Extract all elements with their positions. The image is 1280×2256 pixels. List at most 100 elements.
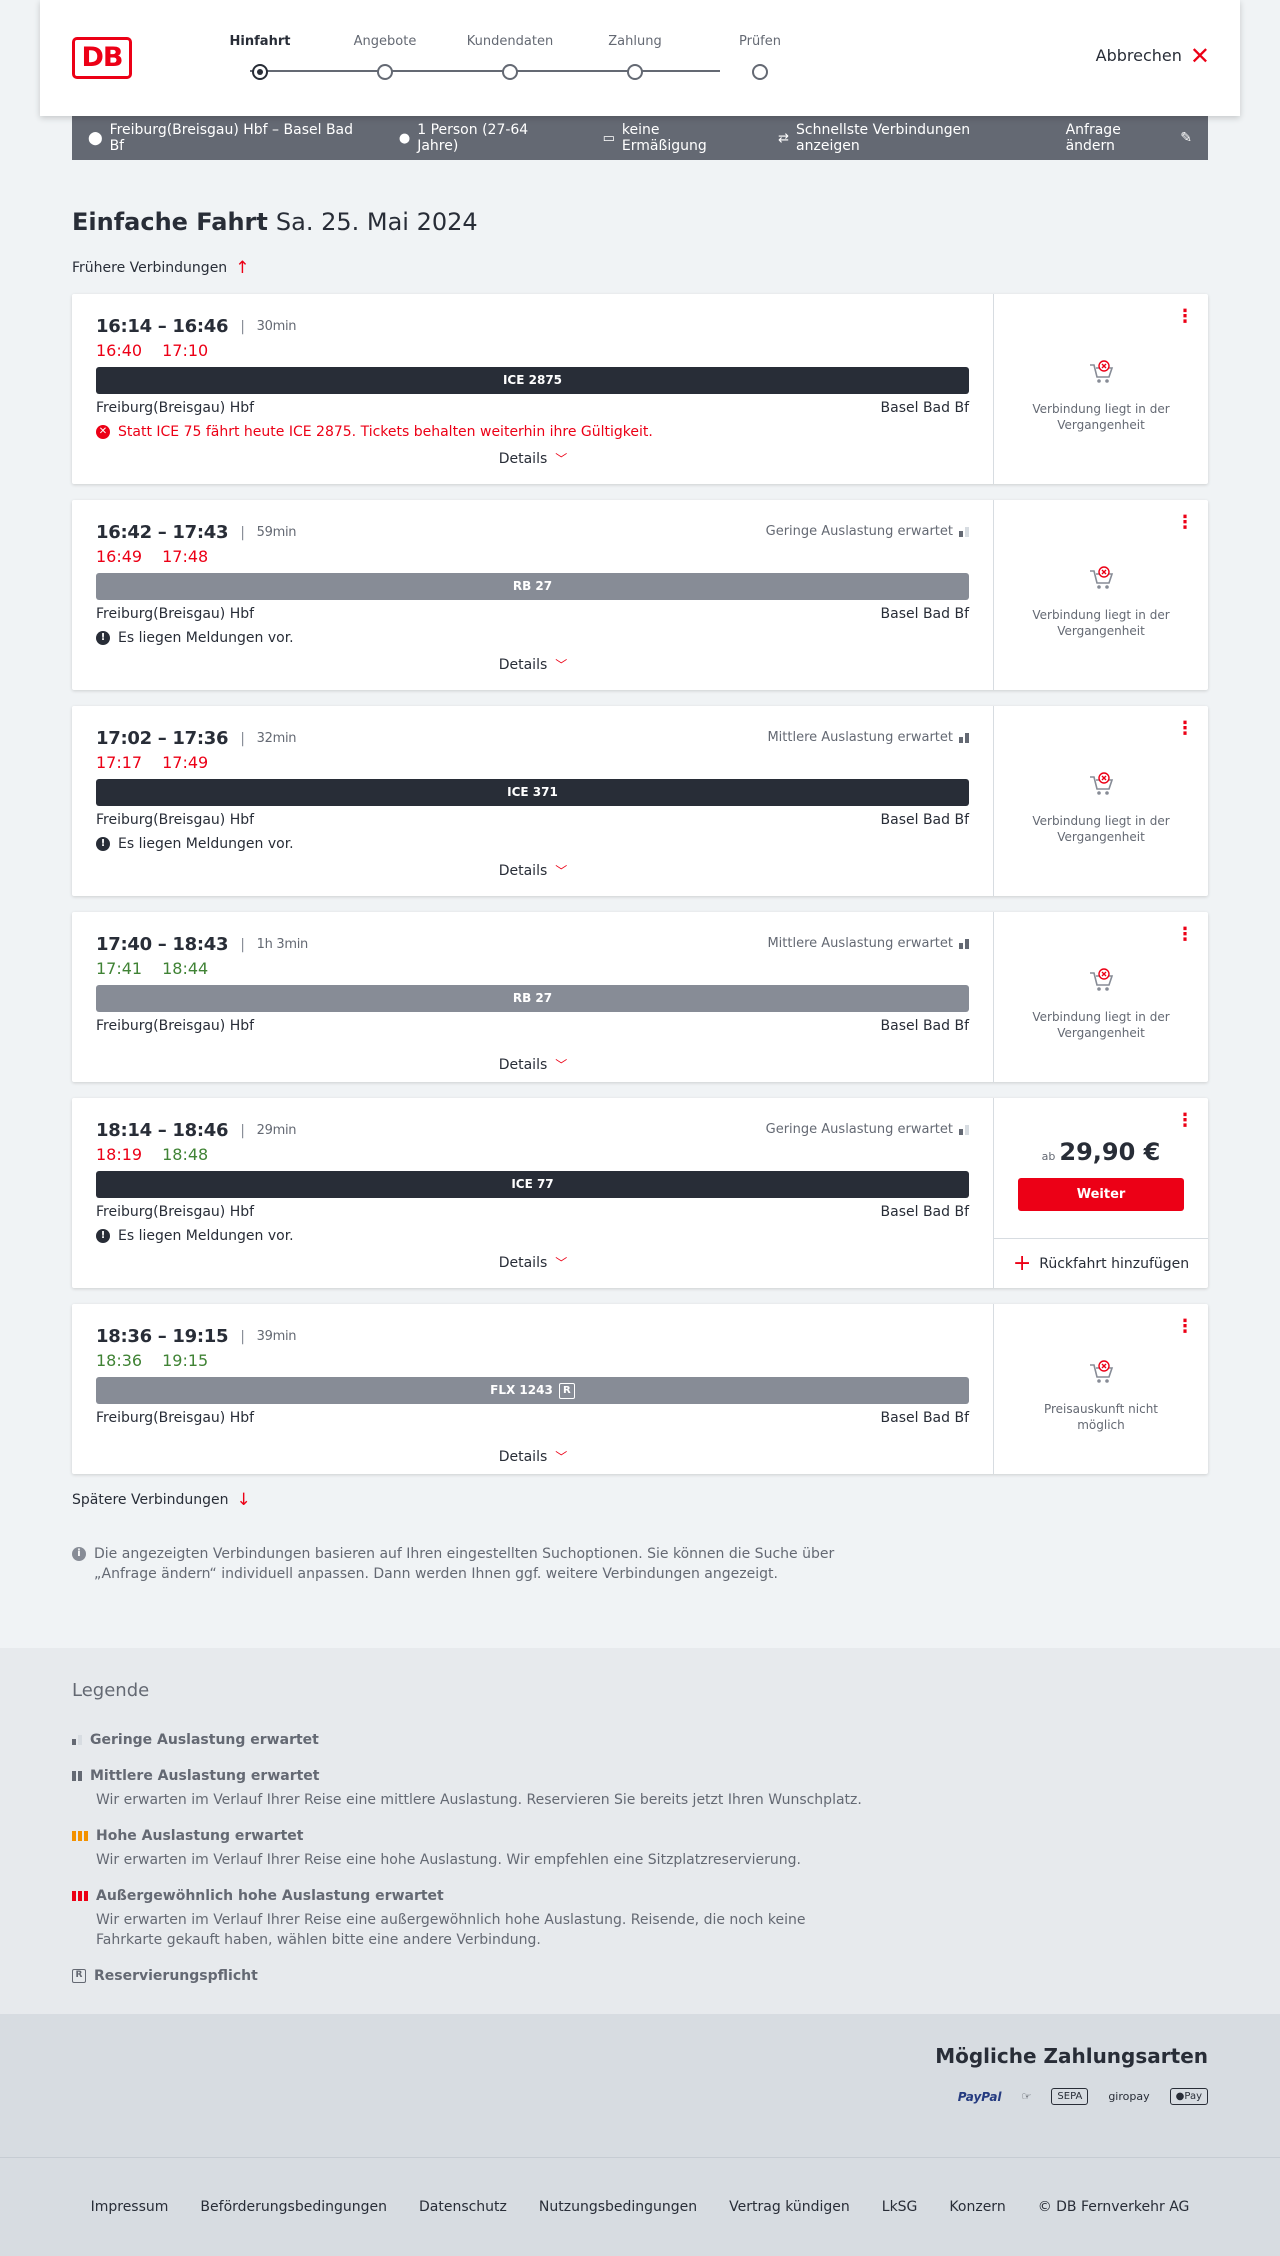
- legend-item-title: Geringe Auslastung erwartet: [90, 1732, 319, 1748]
- status-text: Preisauskunft nicht möglich: [1043, 1402, 1159, 1432]
- legend-item-high: Hohe Auslastung erwartet Wir erwarten im…: [72, 1828, 801, 1870]
- realtime-departure: 17:17: [96, 753, 143, 772]
- close-icon: ✕: [1189, 41, 1210, 70]
- step-label: Kundendaten: [466, 34, 554, 49]
- legend-item-low: Geringe Auslastung erwartet: [72, 1732, 319, 1748]
- fastest-text: Schnellste Verbindungen anzeigen: [796, 122, 971, 154]
- scheduled-times: 18:36 – 19:15 | 39min: [96, 1326, 297, 1347]
- departure-station: Freiburg(Breisgau) Hbf: [96, 400, 255, 416]
- train-bar[interactable]: RB 27: [96, 985, 969, 1012]
- realtime-arrival: 17:49: [162, 753, 209, 772]
- header: DB Hinfahrt Angebote Kundendaten Zahlung…: [40, 0, 1240, 116]
- separator: |: [240, 936, 245, 953]
- details-toggle[interactable]: Details ﹀: [72, 1056, 994, 1073]
- apple-pay-icon: ●Pay: [1169, 2088, 1208, 2105]
- step-pruefen[interactable]: Prüfen: [710, 34, 810, 80]
- occupancy-icon: [959, 1124, 969, 1135]
- chevron-down-icon: ﹀: [555, 658, 568, 672]
- cancel-label: Abbrechen: [1095, 46, 1182, 65]
- train-bar[interactable]: RB 27: [96, 573, 969, 600]
- info-text: Die angezeigten Verbindungen basieren au…: [94, 1546, 835, 1582]
- details-label: Details: [498, 1449, 548, 1465]
- time-range: 17:02 – 17:36: [96, 728, 229, 749]
- separator: |: [240, 1328, 245, 1345]
- step-dot: [627, 64, 643, 80]
- change-request-button[interactable]: Anfrage ändern ✎: [1066, 122, 1192, 154]
- scheduled-times: 17:02 – 17:36 | 32min: [96, 728, 297, 749]
- departure-station: Freiburg(Breisgau) Hbf: [96, 812, 255, 828]
- more-options-icon[interactable]: ⋮: [1176, 308, 1194, 326]
- availability-status: Preisauskunft nicht möglich: [994, 1359, 1208, 1433]
- departure-station: Freiburg(Breisgau) Hbf: [96, 1410, 255, 1426]
- connection-card[interactable]: 17:02 – 17:36 | 32min Mittlere Auslastung e…: [72, 706, 1208, 896]
- reservation-required-icon: R: [558, 1382, 575, 1399]
- sepa-icon: SEPA: [1051, 2088, 1089, 2105]
- availability-status: Verbindung liegt in der Vergangenheit: [994, 359, 1208, 433]
- connection-card[interactable]: 16:42 – 17:43 | 59min Geringe Auslastung er…: [72, 500, 1208, 690]
- footer-link-befoerderungsbedingungen[interactable]: Beförderungsbedingungen: [200, 2199, 387, 2215]
- legend-item-title: Außergewöhnlich hohe Auslastung erwartet: [96, 1888, 444, 1904]
- step-zahlung[interactable]: Zahlung: [585, 34, 685, 80]
- legend-item-desc: Wir erwarten im Verlauf Ihrer Reise eine…: [96, 1792, 862, 1808]
- legend-item-reservation: R Reservierungspflicht: [72, 1968, 258, 1984]
- connection-card[interactable]: 18:36 – 19:15 | 39min 18:36 19:15 FLX 1243 R Fr…: [72, 1304, 1208, 1474]
- duration: 29min: [256, 1123, 297, 1138]
- alert-icon: !: [96, 1229, 110, 1243]
- footer-link-nutzungsbedingungen[interactable]: Nutzungsbedingungen: [539, 2199, 697, 2215]
- later-connections-link[interactable]: Spätere Verbindungen ↓: [72, 1490, 251, 1510]
- earlier-connections-link[interactable]: Frühere Verbindungen ↑: [72, 258, 249, 278]
- continue-button[interactable]: Weiter: [1018, 1178, 1184, 1211]
- connection-card[interactable]: 17:40 – 18:43 | 1h 3min Mittlere Auslastung…: [72, 912, 1208, 1082]
- connection-card[interactable]: 18:14 – 18:46 | 29min Geringe Auslastung er…: [72, 1098, 1208, 1288]
- person-icon: ●: [398, 130, 411, 146]
- realtime-departure: 16:40: [96, 341, 143, 360]
- details-toggle[interactable]: Details ﹀: [72, 862, 994, 879]
- train-bar[interactable]: ICE 2875: [96, 367, 969, 394]
- passenger-text: 1 Person (27-64 Jahre): [417, 122, 529, 154]
- time-range: 17:40 – 18:43: [96, 934, 229, 955]
- more-options-icon[interactable]: ⋮: [1176, 720, 1194, 738]
- train-bar[interactable]: FLX 1243 R: [96, 1377, 969, 1404]
- occupancy-icon: [959, 732, 969, 743]
- stations: Freiburg(Breisgau) Hbf Basel Bad Bf: [96, 606, 969, 622]
- db-logo[interactable]: DB: [72, 37, 132, 79]
- more-options-icon[interactable]: ⋮: [1176, 926, 1194, 944]
- details-toggle[interactable]: Details ﹀: [72, 656, 994, 673]
- details-toggle[interactable]: Details ﹀: [72, 1448, 994, 1465]
- step-kundendaten[interactable]: Kundendaten: [460, 34, 560, 80]
- connection-card[interactable]: 16:14 – 16:46 | 30min 16:40 17:10 ICE 2875 Fre…: [72, 294, 1208, 484]
- duration: 59min: [256, 525, 297, 540]
- train-name: RB 27: [512, 579, 553, 593]
- footer-link-lksg[interactable]: LkSG: [882, 2199, 918, 2215]
- swap-arrows-icon: ⇄: [778, 130, 790, 146]
- cancel-button[interactable]: Abbrechen ✕: [1095, 41, 1210, 70]
- add-return-trip-button[interactable]: + Rückfahrt hinzufügen: [994, 1238, 1208, 1288]
- time-range: 18:14 – 18:46: [96, 1120, 229, 1141]
- footer-link-datenschutz[interactable]: Datenschutz: [419, 2199, 507, 2215]
- footer-link-konzern[interactable]: Konzern: [949, 2199, 1005, 2215]
- more-options-icon[interactable]: ⋮: [1176, 1318, 1194, 1336]
- more-options-icon[interactable]: ⋮: [1176, 514, 1194, 532]
- footer-link-vertrag-kuendigen[interactable]: Vertrag kündigen: [729, 2199, 850, 2215]
- scheduled-times: 16:42 – 17:43 | 59min: [96, 522, 297, 543]
- arrow-down-icon: ↓: [236, 1490, 251, 1510]
- train-bar[interactable]: ICE 371: [96, 779, 969, 806]
- status-text: Verbindung liegt in der Vergangenheit: [1032, 1010, 1170, 1040]
- footer-link-impressum[interactable]: Impressum: [91, 2199, 169, 2215]
- more-options-icon[interactable]: ⋮: [1176, 1112, 1194, 1130]
- train-bar[interactable]: ICE 77: [96, 1171, 969, 1198]
- occupancy-indicator: Mittlere Auslastung erwartet: [767, 936, 969, 951]
- legend-title: Legende: [72, 1680, 150, 1701]
- step-dot: [502, 64, 518, 80]
- step-hinfahrt[interactable]: Hinfahrt: [210, 34, 310, 80]
- details-toggle[interactable]: Details ﹀: [72, 1254, 994, 1271]
- connection-info: 18:36 – 19:15 | 39min 18:36 19:15 FLX 1243 R Fr…: [72, 1304, 994, 1474]
- step-angebote[interactable]: Angebote: [335, 34, 435, 80]
- message-text: Statt ICE 75 fährt heute ICE 2875. Ticke…: [118, 424, 653, 440]
- details-toggle[interactable]: Details ﹀: [72, 450, 994, 467]
- plus-icon: +: [1012, 1250, 1032, 1276]
- occupancy-indicator: Geringe Auslastung erwartet: [766, 524, 969, 539]
- credit-card-icon: ☞: [1021, 2090, 1032, 2103]
- cart-unavailable-icon: [1090, 968, 1114, 991]
- realtime-times: 16:40 17:10: [96, 341, 228, 360]
